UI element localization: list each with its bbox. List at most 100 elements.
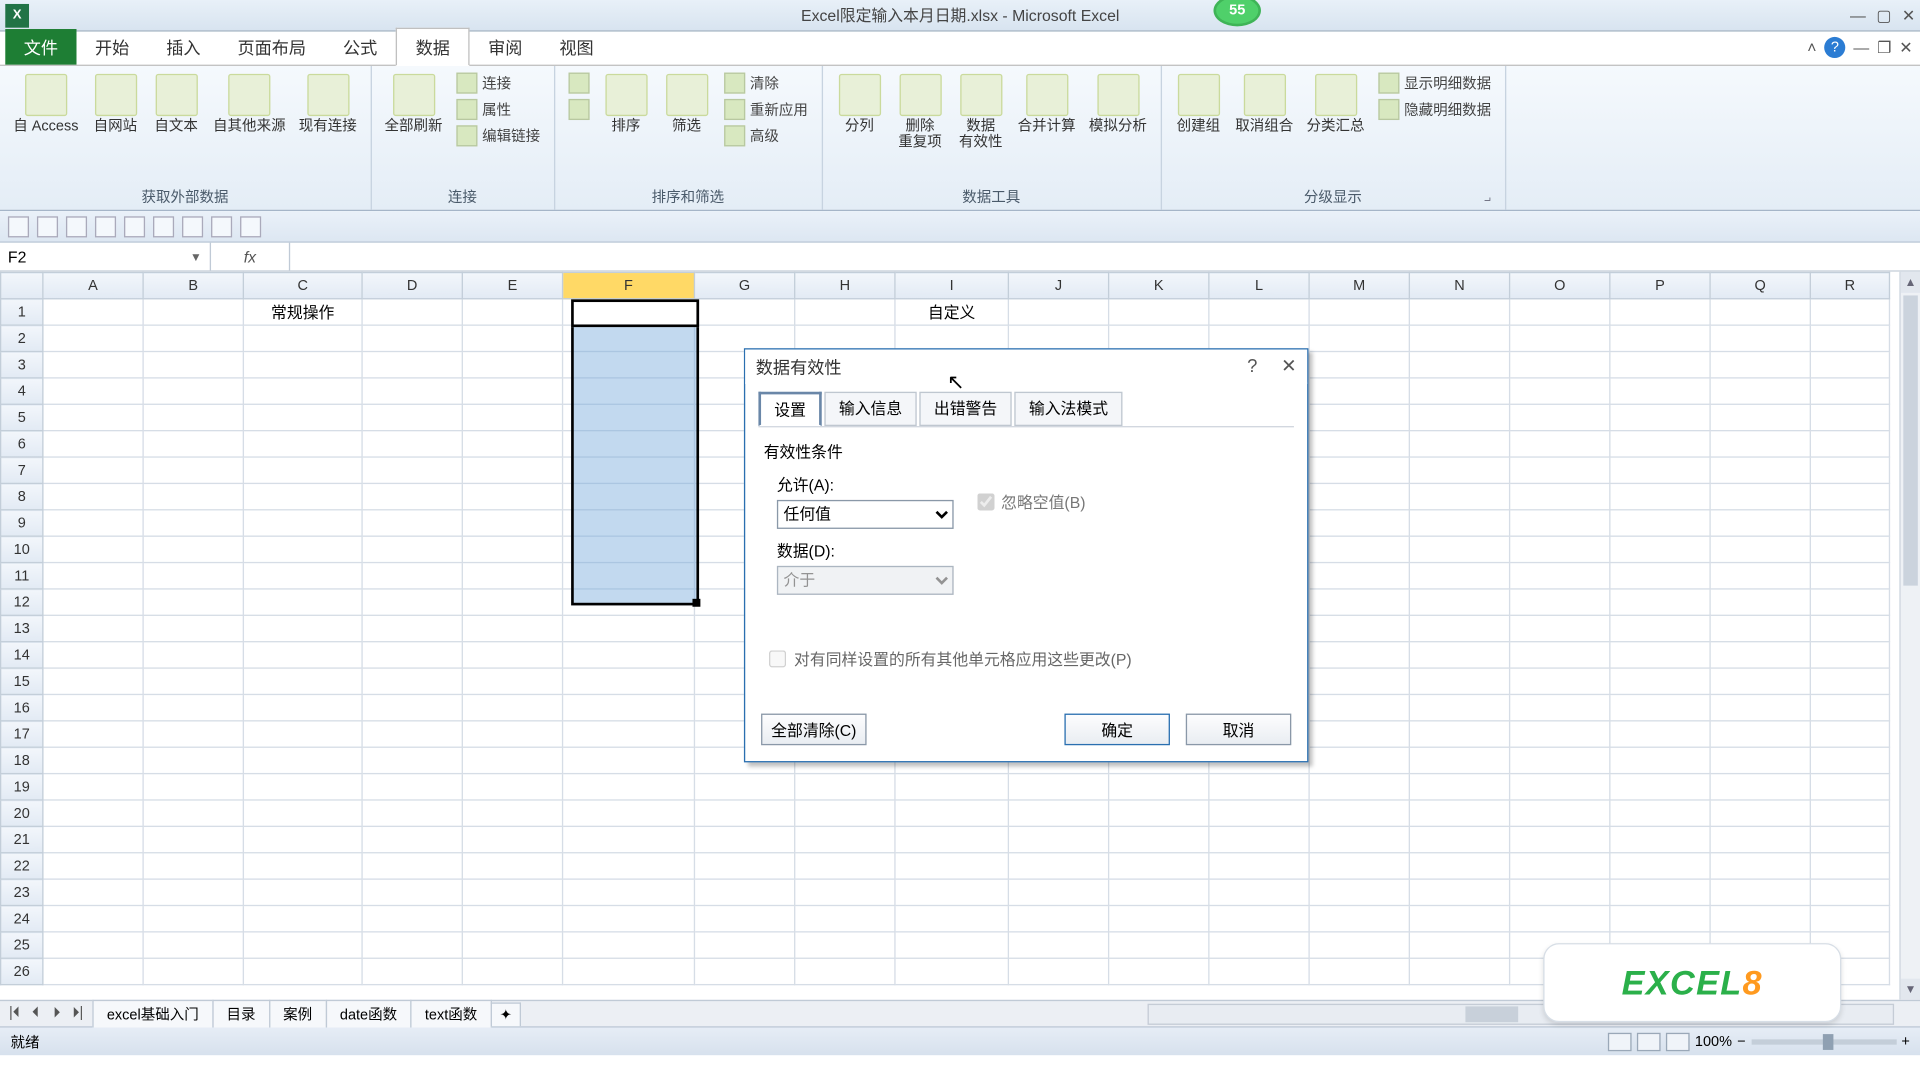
from-access-button[interactable]: 自 Access: [11, 71, 82, 137]
cell-Q3[interactable]: [1710, 352, 1810, 378]
col-header-M[interactable]: M: [1309, 272, 1409, 298]
cell-P18[interactable]: [1610, 747, 1710, 773]
cell-M4[interactable]: [1309, 378, 1409, 404]
row-header-8[interactable]: 8: [1, 483, 43, 509]
reapply-button[interactable]: 重新应用: [721, 98, 811, 122]
cell-M23[interactable]: [1309, 879, 1409, 905]
consolidate-button[interactable]: 合并计算: [1015, 71, 1078, 137]
cell-Q11[interactable]: [1710, 563, 1810, 589]
cell-R13[interactable]: [1810, 615, 1889, 641]
col-header-H[interactable]: H: [795, 272, 895, 298]
cell-R6[interactable]: [1810, 431, 1889, 457]
cell-C21[interactable]: [243, 826, 362, 852]
col-header-P[interactable]: P: [1610, 272, 1710, 298]
cell-N20[interactable]: [1409, 800, 1509, 826]
cell-M22[interactable]: [1309, 853, 1409, 879]
cell-D17[interactable]: [362, 721, 462, 747]
cell-B24[interactable]: [143, 905, 243, 931]
cell-R1[interactable]: [1810, 299, 1889, 325]
row-header-21[interactable]: 21: [1, 826, 43, 852]
cell-M7[interactable]: [1309, 457, 1409, 483]
row-header-1[interactable]: 1: [1, 299, 43, 325]
cell-B5[interactable]: [143, 404, 243, 430]
data-validation-button[interactable]: 数据 有效性: [954, 71, 1007, 153]
cell-B8[interactable]: [143, 483, 243, 509]
cell-M17[interactable]: [1309, 721, 1409, 747]
cell-Q22[interactable]: [1710, 853, 1810, 879]
tab-home[interactable]: 开始: [77, 29, 148, 65]
row-header-26[interactable]: 26: [1, 958, 43, 984]
cell-R7[interactable]: [1810, 457, 1889, 483]
cell-R10[interactable]: [1810, 536, 1889, 562]
cell-R8[interactable]: [1810, 483, 1889, 509]
cell-K20[interactable]: [1109, 800, 1209, 826]
cell-J25[interactable]: [1008, 932, 1108, 958]
cell-H1[interactable]: [795, 299, 895, 325]
cell-C5[interactable]: [243, 404, 362, 430]
cell-R18[interactable]: [1810, 747, 1889, 773]
cell-A25[interactable]: [43, 932, 143, 958]
cell-L1[interactable]: [1209, 299, 1309, 325]
cell-M2[interactable]: [1309, 325, 1409, 351]
cell-M25[interactable]: [1309, 932, 1409, 958]
cell-N16[interactable]: [1409, 694, 1509, 720]
cell-D9[interactable]: [362, 510, 462, 536]
cell-C4[interactable]: [243, 378, 362, 404]
filter-button[interactable]: 筛选: [660, 71, 713, 137]
cell-G20[interactable]: [694, 800, 794, 826]
cell-C23[interactable]: [243, 879, 362, 905]
cell-M9[interactable]: [1309, 510, 1409, 536]
cell-A3[interactable]: [43, 352, 143, 378]
cell-O17[interactable]: [1510, 721, 1610, 747]
cell-N21[interactable]: [1409, 826, 1509, 852]
dialog-tab-error[interactable]: 出错警告: [919, 392, 1011, 426]
cell-J19[interactable]: [1008, 774, 1108, 800]
cell-E21[interactable]: [462, 826, 562, 852]
cell-B12[interactable]: [143, 589, 243, 615]
from-text-button[interactable]: 自文本: [150, 71, 203, 137]
cell-Q18[interactable]: [1710, 747, 1810, 773]
cell-Q14[interactable]: [1710, 642, 1810, 668]
sheet-tab-1[interactable]: 目录: [212, 1000, 270, 1028]
cell-C20[interactable]: [243, 800, 362, 826]
cell-R14[interactable]: [1810, 642, 1889, 668]
new-sheet-button[interactable]: ✦: [490, 1002, 521, 1026]
cell-R5[interactable]: [1810, 404, 1889, 430]
cell-P1[interactable]: [1610, 299, 1710, 325]
zoom-slider[interactable]: [1751, 1039, 1896, 1044]
sort-button[interactable]: 排序: [600, 71, 653, 137]
cell-P15[interactable]: [1610, 668, 1710, 694]
cell-E12[interactable]: [462, 589, 562, 615]
cell-D11[interactable]: [362, 563, 462, 589]
cell-B4[interactable]: [143, 378, 243, 404]
cell-O22[interactable]: [1510, 853, 1610, 879]
cell-E13[interactable]: [462, 615, 562, 641]
cell-C1[interactable]: 常规操作: [243, 299, 362, 325]
cell-C10[interactable]: [243, 536, 362, 562]
cell-J21[interactable]: [1008, 826, 1108, 852]
cell-K22[interactable]: [1109, 853, 1209, 879]
row-header-22[interactable]: 22: [1, 853, 43, 879]
cell-P9[interactable]: [1610, 510, 1710, 536]
cell-R9[interactable]: [1810, 510, 1889, 536]
cell-B13[interactable]: [143, 615, 243, 641]
row-header-4[interactable]: 4: [1, 378, 43, 404]
cell-R15[interactable]: [1810, 668, 1889, 694]
cell-I20[interactable]: [895, 800, 1008, 826]
from-other-button[interactable]: 自其他来源: [210, 71, 288, 137]
cell-B6[interactable]: [143, 431, 243, 457]
cell-D26[interactable]: [362, 958, 462, 984]
cell-O15[interactable]: [1510, 668, 1610, 694]
cell-I22[interactable]: [895, 853, 1008, 879]
cell-F16[interactable]: [563, 694, 695, 720]
cell-K24[interactable]: [1109, 905, 1209, 931]
cell-C7[interactable]: [243, 457, 362, 483]
save-icon[interactable]: [8, 216, 29, 237]
cell-F9[interactable]: [563, 510, 695, 536]
qat-dropdown-icon[interactable]: [240, 216, 261, 237]
subtotal-button[interactable]: 分类汇总: [1304, 71, 1367, 137]
cell-P6[interactable]: [1610, 431, 1710, 457]
cell-N23[interactable]: [1409, 879, 1509, 905]
cell-B14[interactable]: [143, 642, 243, 668]
cell-N10[interactable]: [1409, 536, 1509, 562]
